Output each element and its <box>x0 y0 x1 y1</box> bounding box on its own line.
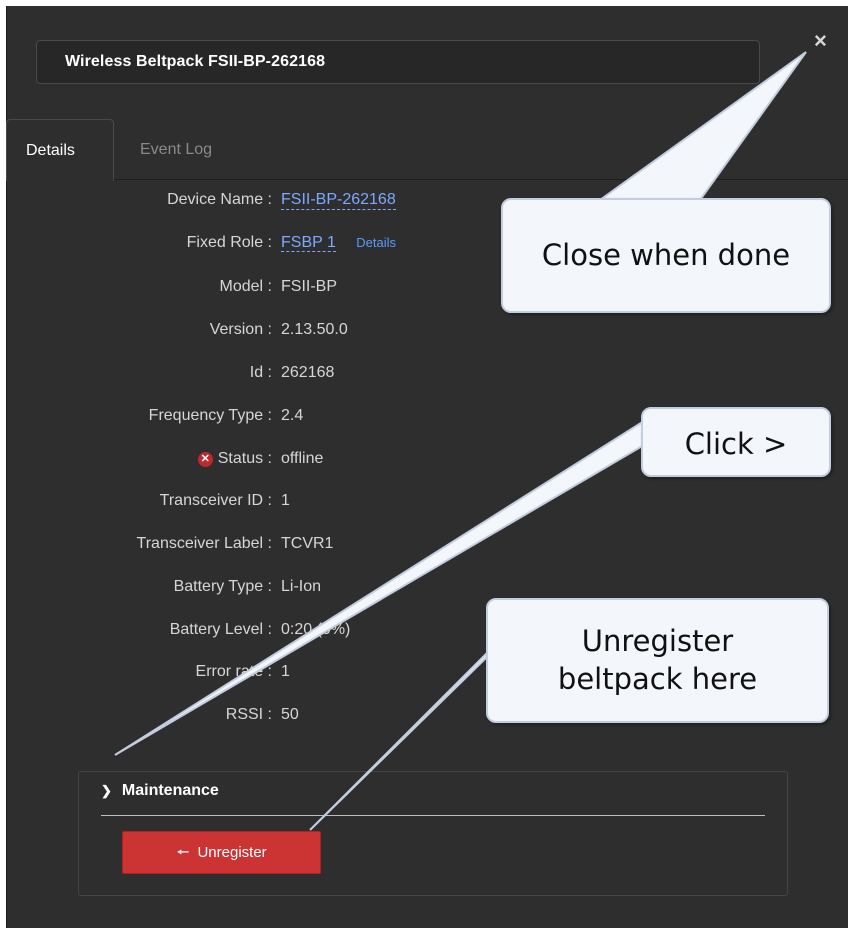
rssi-label: RSSI : <box>225 706 272 723</box>
version-value: 2.13.50.0 <box>281 321 348 338</box>
battery-type-value: Li-Ion <box>281 578 322 595</box>
callout-close-when-done: Close when done <box>501 198 831 313</box>
callout-unregister-line1: Unregister <box>581 624 734 658</box>
fixed-role-label: Fixed Role : <box>186 234 272 251</box>
unregister-button[interactable]: 🠔 Unregister <box>122 831 321 874</box>
transceiver-id-label: Transceiver ID : <box>159 492 272 509</box>
transceiver-id-value: 1 <box>281 492 290 509</box>
close-icon[interactable]: × <box>814 30 827 52</box>
callout-unregister: Unregister beltpack here <box>486 598 829 723</box>
arrow-left-icon: 🠔 <box>176 844 190 861</box>
chevron-down-icon: ❯ <box>101 783 112 798</box>
row-transceiver-label: Transceiver Label : TCVR1 <box>6 535 848 559</box>
version-label: Version : <box>209 321 272 338</box>
id-label: Id : <box>249 364 272 381</box>
callout-click-text: Click > <box>684 427 788 461</box>
status-value: offline <box>281 450 324 467</box>
tab-event-log[interactable]: Event Log <box>140 119 212 179</box>
device-name-value[interactable]: FSII-BP-262168 <box>281 191 396 210</box>
error-rate-value: 1 <box>281 663 290 680</box>
fixed-role-value[interactable]: FSBP 1 <box>281 234 336 252</box>
tab-event-log-label: Event Log <box>140 141 213 158</box>
device-name-label: Device Name : <box>167 191 272 208</box>
status-label: Status : <box>217 450 272 467</box>
unregister-label: Unregister <box>197 844 267 861</box>
dialog-title: Wireless Beltpack FSII-BP-262168 <box>65 53 326 70</box>
tab-details-label: Details <box>26 142 75 159</box>
error-rate-label: Error rate : <box>195 663 272 680</box>
maintenance-title: Maintenance <box>121 782 219 799</box>
row-id: Id : 262168 <box>6 364 848 388</box>
row-version: Version : 2.13.50.0 <box>6 321 848 345</box>
error-circle-icon: ✕ <box>197 452 213 467</box>
model-label: Model : <box>219 278 272 295</box>
frequency-type-label: Frequency Type : <box>148 407 272 424</box>
callout-click: Click > <box>641 407 831 477</box>
maintenance-divider <box>101 815 765 816</box>
maintenance-toggle[interactable]: ❯ Maintenance <box>101 782 219 800</box>
status-label-wrap: ✕ Status : <box>197 450 272 468</box>
tab-strip-divider <box>6 179 848 180</box>
callout-unregister-line2: beltpack here <box>557 662 758 696</box>
battery-type-label: Battery Type : <box>173 578 272 595</box>
tab-details[interactable]: Details <box>6 119 114 181</box>
model-value: FSII-BP <box>281 278 338 295</box>
transceiver-label-value: TCVR1 <box>281 535 334 552</box>
maintenance-section: ❯ Maintenance 🠔 Unregister <box>78 771 788 896</box>
row-transceiver-id: Transceiver ID : 1 <box>6 492 848 516</box>
fixed-role-value-wrap: FSBP 1 Details <box>281 234 396 252</box>
fixed-role-details-link[interactable]: Details <box>356 235 396 250</box>
callout-close-text: Close when done <box>541 238 791 272</box>
battery-level-label: Battery Level : <box>169 621 272 638</box>
battery-level-value: 0:20 (0%) <box>281 621 351 638</box>
frequency-type-value: 2.4 <box>281 407 304 424</box>
dialog-title-box: Wireless Beltpack FSII-BP-262168 <box>36 40 760 84</box>
id-value: 262168 <box>281 364 335 381</box>
transceiver-label-label: Transceiver Label : <box>136 535 272 552</box>
rssi-value: 50 <box>281 706 299 723</box>
